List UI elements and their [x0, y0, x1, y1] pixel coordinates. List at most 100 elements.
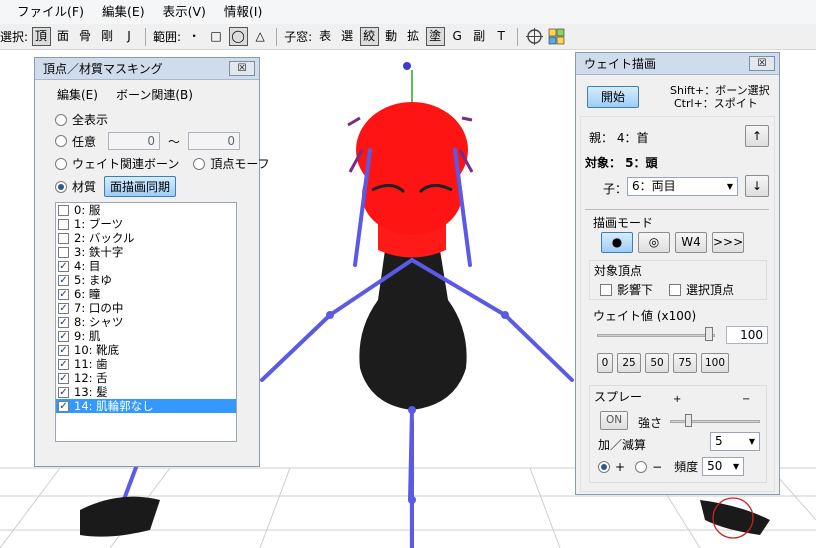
material-item[interactable]: ✓ 5: まゆ [56, 273, 236, 287]
mode-brush-button[interactable]: ● [601, 232, 633, 253]
material-item[interactable]: ✓ 4: 目 [56, 259, 236, 273]
material-label: 6: 瞳 [74, 286, 101, 301]
material-checkbox[interactable]: ✓ [58, 386, 69, 398]
material-item[interactable]: 1: ブーツ [56, 217, 236, 231]
color-grid-icon[interactable] [547, 27, 566, 46]
crosshair-icon[interactable] [525, 27, 544, 46]
material-checkbox[interactable] [58, 218, 69, 230]
mask-panel: 頂点／材質マスキング ☒ 編集(E) ボーン関連(B) 全表示 任意 0 〜 0… [34, 57, 270, 467]
mask-menu-edit[interactable]: 編集(E) [57, 86, 98, 103]
child-down-button[interactable]: ↓ [745, 175, 769, 197]
mask-menu-bone[interactable]: ボーン関連(B) [116, 86, 193, 103]
material-checkbox[interactable]: ✓ [58, 344, 69, 356]
radio-subtract[interactable] [635, 460, 648, 473]
material-checkbox[interactable]: ✓ [58, 316, 69, 328]
material-checkbox[interactable] [58, 232, 69, 244]
select-vertex-button[interactable]: 頂 [31, 27, 51, 46]
range-circle-button[interactable]: ◯ [228, 27, 248, 46]
material-item[interactable]: 2: バックル [56, 231, 236, 245]
mode-w4-button[interactable]: W4 [675, 232, 707, 253]
select-rigid-button[interactable]: 剛 [98, 27, 117, 46]
material-item[interactable]: 0: 服 [56, 203, 236, 217]
menu-view[interactable]: 表示(V) [154, 0, 215, 24]
preset-100-button[interactable]: 100 [701, 353, 729, 373]
range-triangle-button[interactable]: △ [251, 27, 270, 46]
material-checkbox[interactable]: ✓ [58, 274, 69, 286]
arbitrary-to-input[interactable]: 0 [188, 132, 241, 150]
face-draw-sync-button[interactable]: 面描画同期 [104, 176, 177, 197]
weight-panel-body: 親： 4：首 ↑ 対象： 5：頭 子： 6：両目 ↓ 描画モード ● ◎ W4 … [580, 116, 775, 492]
weight-value-label: ウェイト値 (x100) [593, 309, 697, 323]
weight-slider-thumb[interactable] [705, 327, 713, 341]
material-item[interactable]: ✓ 12: 舌 [56, 371, 236, 385]
child-bone-dropdown[interactable]: 6：両目 [627, 177, 738, 196]
toolbar-divider [517, 27, 519, 46]
parent-up-button[interactable]: ↑ [745, 125, 769, 147]
preset-75-button[interactable]: 75 [673, 353, 697, 373]
material-item[interactable]: ✓ 6: 瞳 [56, 287, 236, 301]
influence-checkbox[interactable] [600, 283, 612, 296]
menu-file[interactable]: ファイル(F) [8, 0, 93, 24]
select-joint-button[interactable]: J [120, 27, 139, 46]
material-checkbox[interactable]: ✓ [58, 330, 69, 342]
material-checkbox[interactable]: ✓ [58, 358, 69, 370]
radio-arbitrary[interactable] [55, 135, 67, 147]
radio-vertex-morph[interactable] [193, 157, 206, 170]
radio-weight-bone[interactable] [55, 157, 67, 170]
range-rect-button[interactable]: □ [207, 27, 226, 46]
material-item[interactable]: 3: 鉄十字 [56, 245, 236, 259]
strength-dropdown[interactable]: 5 [710, 432, 760, 451]
select-face-button[interactable]: 面 [54, 27, 73, 46]
start-button[interactable]: 開始 [587, 86, 639, 108]
preset-50-button[interactable]: 50 [645, 353, 669, 373]
radio-add-label: + [615, 459, 626, 474]
material-checkbox[interactable]: ✓ [58, 288, 69, 300]
select-bone-button[interactable]: 骨 [76, 27, 95, 46]
child-paint-button[interactable]: 塗 [425, 27, 445, 46]
strength-slider-thumb[interactable] [685, 414, 692, 427]
child-extend-button[interactable]: 拡 [404, 27, 423, 46]
radio-add[interactable] [598, 460, 610, 473]
preset-0-button[interactable]: 0 [597, 353, 613, 373]
material-checkbox[interactable]: ✓ [58, 400, 69, 412]
mask-panel-close-button[interactable]: ☒ [229, 61, 255, 76]
child-select-button[interactable]: 選 [338, 27, 357, 46]
addsub-label: 加／減算 [598, 438, 647, 452]
material-item[interactable]: ✓ 10: 靴底 [56, 343, 236, 357]
material-item[interactable]: ✓ 11: 歯 [56, 357, 236, 371]
mode-ring-button[interactable]: ◎ [638, 232, 670, 253]
menu-edit[interactable]: 編集(E) [93, 0, 154, 24]
radio-material[interactable] [55, 180, 67, 193]
child-move-button[interactable]: 動 [382, 27, 401, 46]
selected-vertex-checkbox[interactable] [669, 283, 682, 296]
material-item[interactable]: ✓ 9: 肌 [56, 329, 236, 343]
frequency-dropdown[interactable]: 50 [702, 457, 745, 476]
material-checkbox[interactable] [58, 246, 69, 258]
spray-on-button[interactable]: ON [600, 411, 628, 430]
weight-panel-close-button[interactable]: ☒ [749, 56, 775, 71]
material-item[interactable]: ✓ 7: 口の中 [56, 301, 236, 315]
child-g-button[interactable]: G [448, 27, 467, 46]
material-checkbox[interactable] [58, 204, 69, 216]
preset-25-button[interactable]: 25 [617, 353, 641, 373]
mode-next-button[interactable]: >>> [712, 232, 744, 253]
range-label: 範囲: [153, 30, 182, 44]
mask-panel-titlebar[interactable]: 頂点／材質マスキング ☒ [35, 58, 259, 80]
material-item[interactable]: ✓ 13: 髪 [56, 385, 236, 399]
material-checkbox[interactable]: ✓ [58, 260, 69, 272]
range-point-button[interactable]: ・ [185, 27, 204, 46]
child-table-button[interactable]: 表 [316, 27, 335, 46]
arbitrary-from-input[interactable]: 0 [108, 132, 160, 150]
material-checkbox[interactable]: ✓ [58, 302, 69, 314]
weight-panel-titlebar[interactable]: ウェイト描画 ☒ [576, 53, 779, 75]
weight-value-input[interactable]: 100 [726, 326, 768, 344]
material-list[interactable]: 0: 服 1: ブーツ 2: バックル 3: 鉄十字 ✓ 4: 目 ✓ 5: まゆ ✓ 6: 瞳 ✓… [55, 202, 237, 442]
child-filter-button[interactable]: 絞 [359, 27, 379, 46]
child-sub-button[interactable]: 副 [470, 27, 489, 46]
child-t-button[interactable]: T [492, 27, 511, 46]
radio-show-all[interactable] [55, 113, 67, 126]
menu-info[interactable]: 情報(I) [215, 0, 271, 24]
material-item[interactable]: ✓ 8: シャツ [56, 315, 236, 329]
material-checkbox[interactable]: ✓ [58, 372, 69, 384]
material-item[interactable]: ✓ 14: 肌輪郭なし [56, 399, 236, 413]
